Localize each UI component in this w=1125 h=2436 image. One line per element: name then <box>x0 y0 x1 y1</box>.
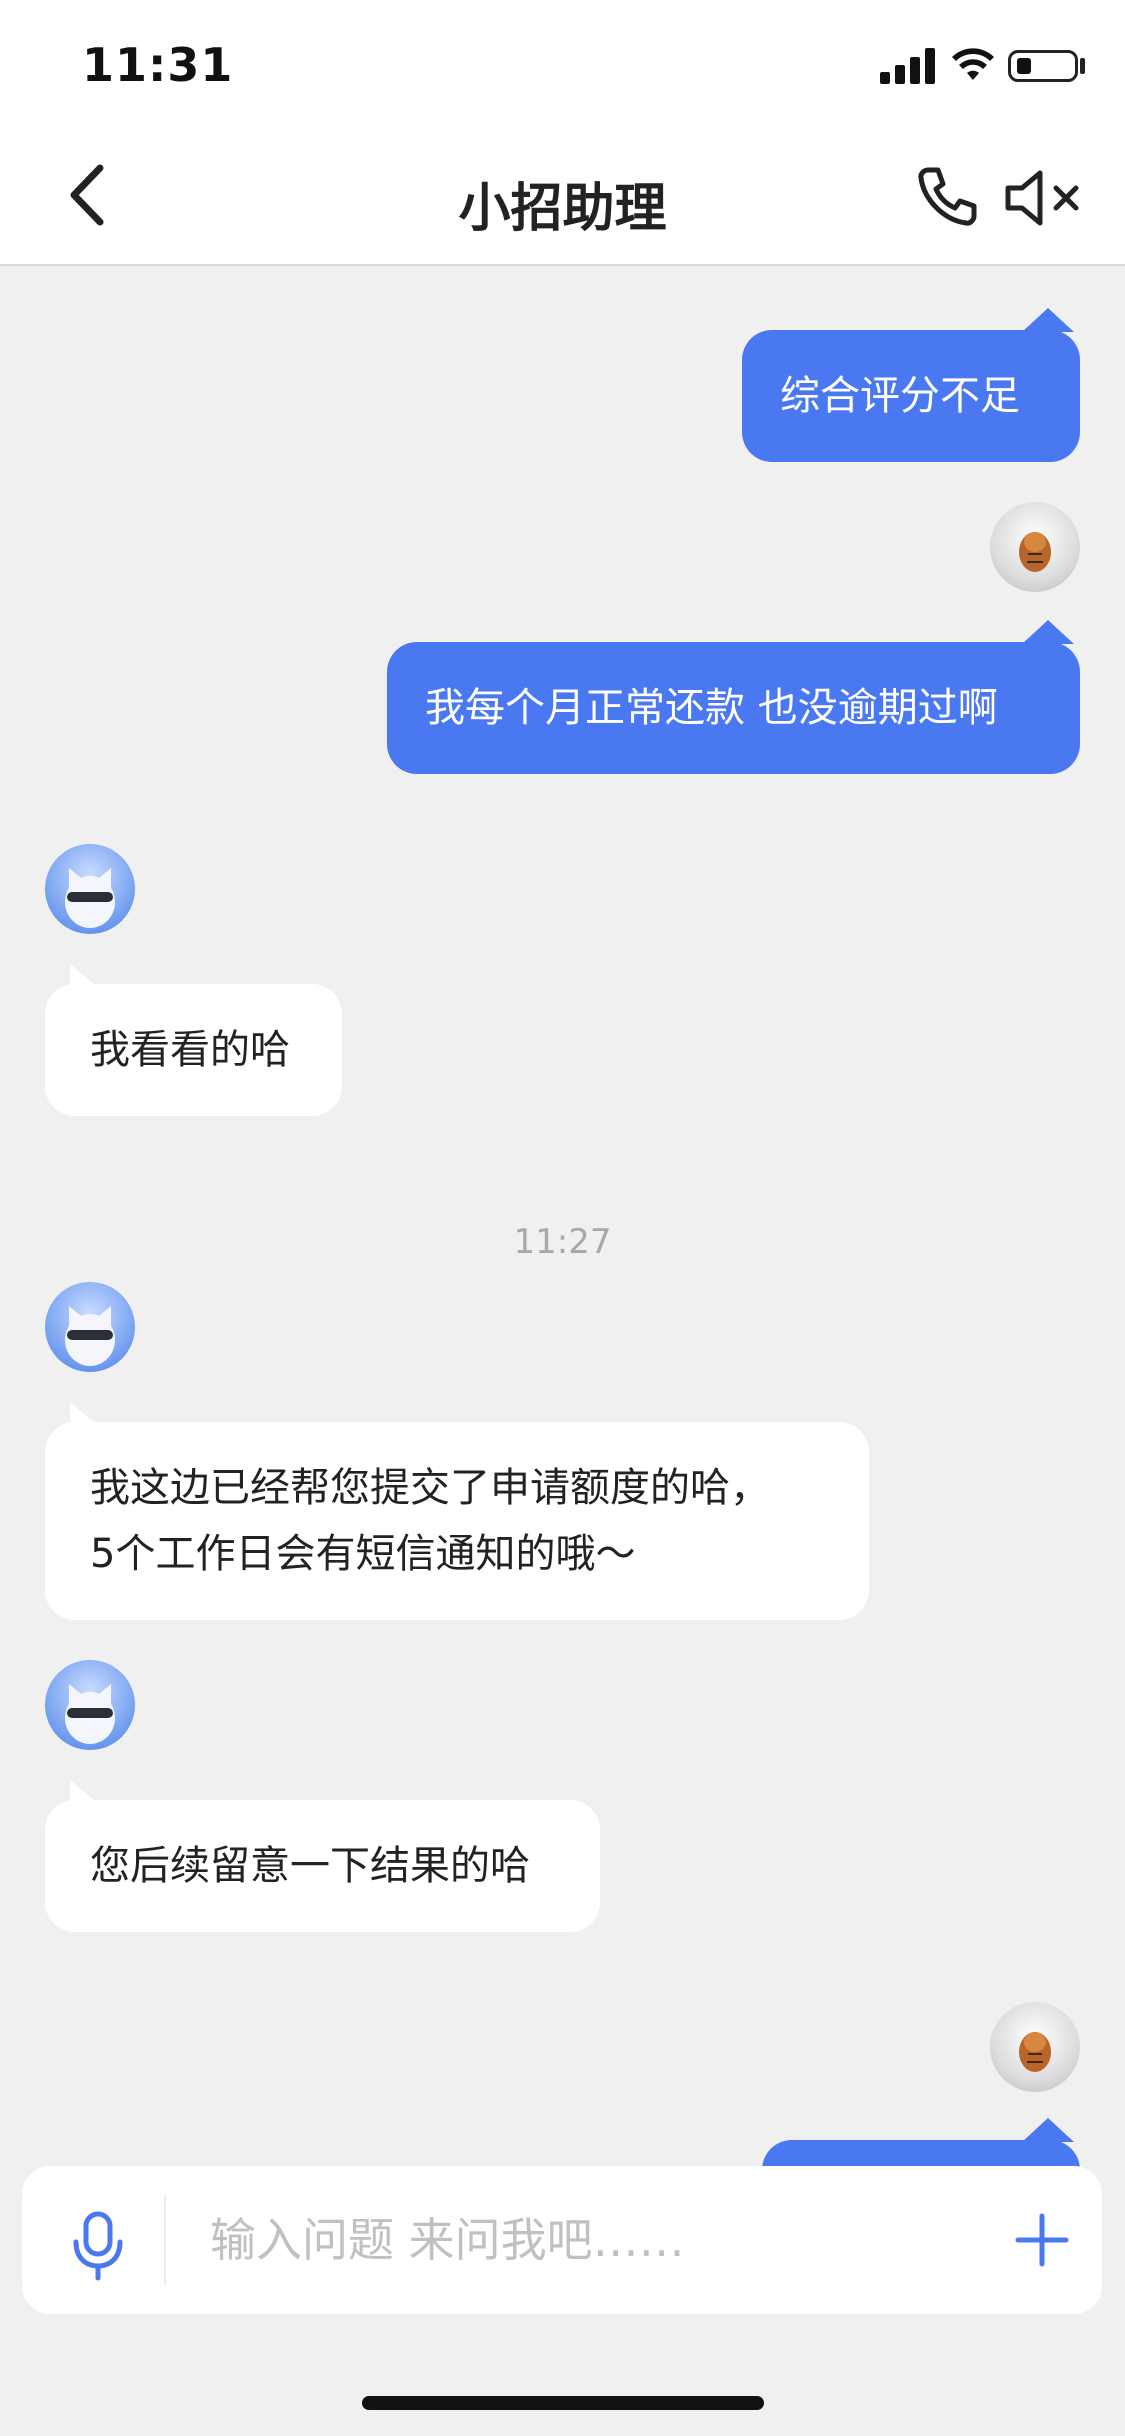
message-timestamp: 11:27 <box>513 1222 612 1262</box>
message-bubble-bot[interactable]: 我看看的哈 <box>45 984 342 1116</box>
message-bubble-user[interactable]: 综合评分不足 <box>742 330 1080 462</box>
robot-cat-icon <box>65 868 115 928</box>
bubble-tail <box>70 1780 96 1802</box>
input-divider <box>164 2195 166 2285</box>
message-input[interactable] <box>210 2208 970 2272</box>
message-bubble-bot[interactable]: 您后续留意一下结果的哈 <box>45 1800 600 1932</box>
tiger-icon <box>1019 2032 1051 2072</box>
microphone-icon[interactable] <box>68 2210 128 2282</box>
signal-icon <box>880 48 935 84</box>
bubble-tail <box>1022 308 1074 332</box>
bubble-tail <box>1022 2118 1074 2142</box>
robot-cat-icon <box>65 1684 115 1744</box>
bot-avatar[interactable] <box>45 844 135 934</box>
message-text: 我看看的哈 <box>90 1027 290 1073</box>
user-avatar[interactable] <box>990 502 1080 592</box>
message-bubble-bot[interactable]: 我这边已经帮您提交了申请额度的哈， 5个工作日会有短信通知的哦～ <box>45 1422 869 1620</box>
battery-level <box>1017 58 1031 74</box>
message-line: 5个工作日会有短信通知的哦～ <box>90 1531 636 1577</box>
bot-avatar[interactable] <box>45 1660 135 1750</box>
user-avatar[interactable] <box>990 2002 1080 2092</box>
battery-nub <box>1080 58 1085 74</box>
message-text: 我每个月正常还款 也没逾期过啊 <box>425 685 998 731</box>
home-indicator <box>362 2396 764 2410</box>
plus-icon[interactable] <box>1014 2212 1070 2268</box>
robot-cat-icon <box>65 1306 115 1366</box>
bot-avatar[interactable] <box>45 1282 135 1372</box>
phone-icon[interactable] <box>916 164 980 228</box>
battery-icon <box>1008 50 1078 82</box>
tiger-icon <box>1019 532 1051 572</box>
status-time: 11:31 <box>82 38 234 92</box>
message-text: 综合评分不足 <box>780 373 1020 419</box>
bubble-tail <box>70 964 96 986</box>
bubble-tail <box>1022 620 1074 644</box>
bubble-tail <box>70 1402 96 1424</box>
message-text: 您后续留意一下结果的哈 <box>90 1843 530 1889</box>
message-line: 我这边已经帮您提交了申请额度的哈， <box>90 1465 770 1511</box>
wifi-icon <box>952 48 994 80</box>
speaker-mute-icon[interactable] <box>1004 168 1088 228</box>
message-bubble-user[interactable]: 我每个月正常还款 也没逾期过啊 <box>387 642 1080 774</box>
